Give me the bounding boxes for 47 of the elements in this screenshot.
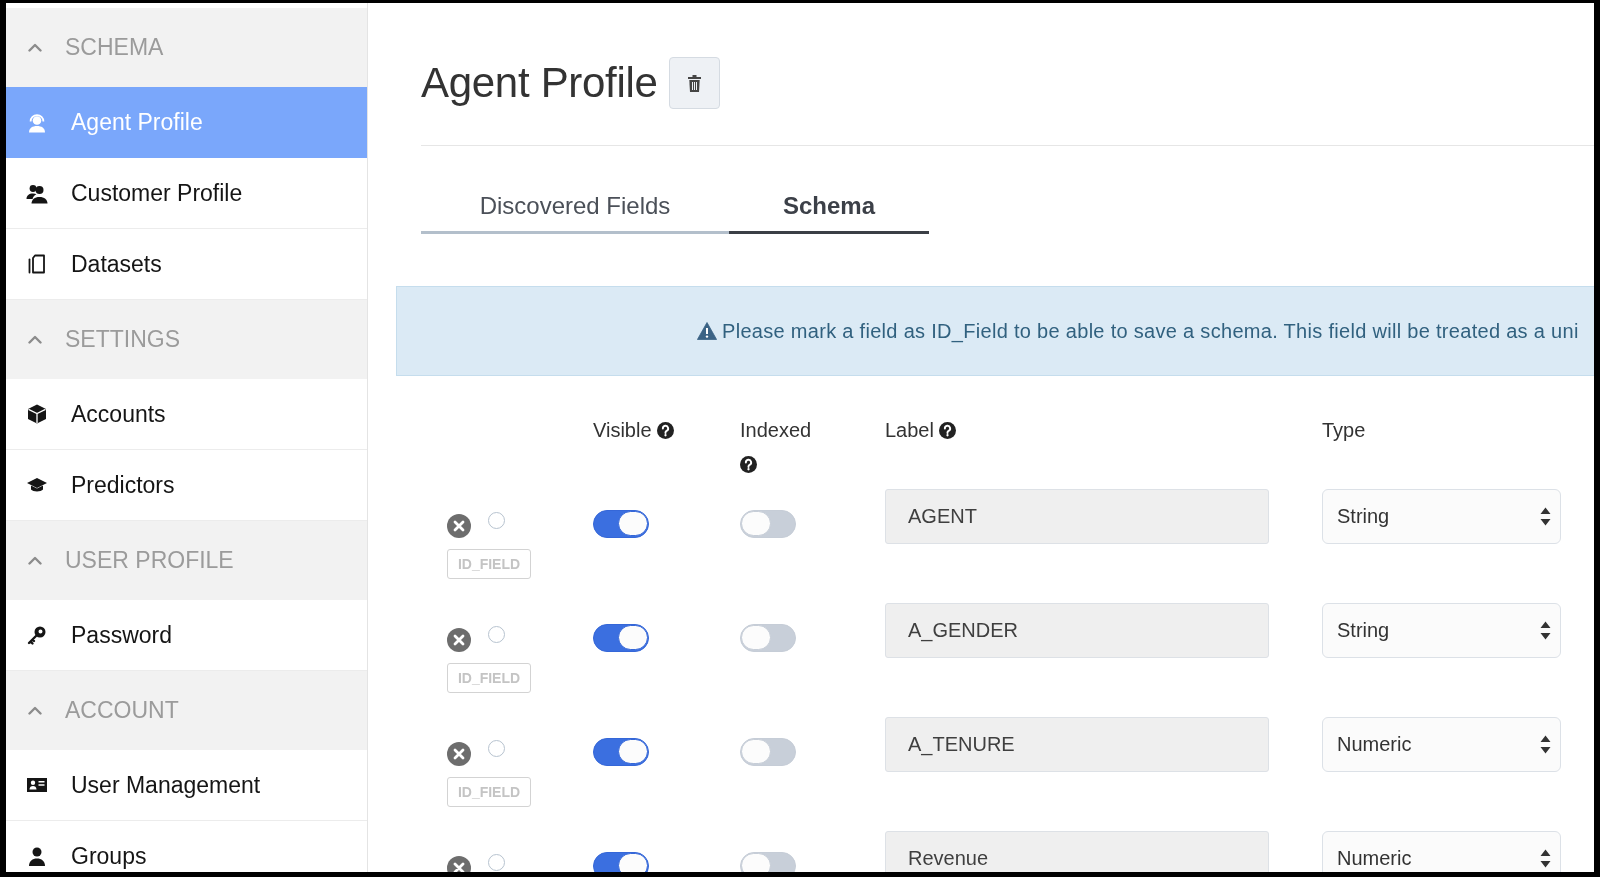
column-header: Indexed [740,419,812,441]
type-select[interactable]: Numeric [1322,831,1561,872]
column-header: Visible [593,419,652,441]
label-field[interactable]: Revenue [885,831,1269,872]
remove-icon[interactable] [447,742,471,766]
visible-toggle[interactable] [593,624,649,652]
documents-icon [26,253,48,275]
visible-toggle[interactable] [593,510,649,538]
remove-icon[interactable] [447,628,471,652]
column-header: Type [1322,419,1366,441]
help-icon[interactable] [656,422,674,439]
indexed-toggle[interactable] [740,738,796,766]
remove-icon[interactable] [447,514,471,538]
indexed-toggle[interactable] [740,510,796,538]
visible-toggle[interactable] [593,738,649,766]
users-icon [26,182,48,204]
up-down-arrows-icon [1540,849,1551,868]
up-down-arrows-icon [1540,735,1551,754]
label-field[interactable]: A_TENURE [885,717,1269,772]
type-select[interactable]: Numeric [1322,717,1561,772]
delete-button[interactable] [668,57,720,109]
type-select[interactable]: String [1322,489,1561,544]
column-header: Label [885,419,934,441]
up-down-arrows-icon [1540,507,1551,526]
tab[interactable]: Discovered Fields [421,181,729,234]
tab[interactable]: Schema [729,181,929,234]
indexed-toggle[interactable] [740,852,796,872]
warning-icon [697,322,717,340]
radio-button[interactable] [488,512,505,529]
indexed-toggle[interactable] [740,624,796,652]
page-title: Agent Profile [421,58,658,108]
key-icon [26,624,48,646]
help-icon[interactable] [740,456,757,473]
headset-person-icon [26,111,48,133]
up-down-arrows-icon [1540,621,1551,640]
alert-text: Please mark a field as ID_Field to be able to save a schema. This field will be treated as a uni [722,319,1579,343]
person-icon [26,845,48,867]
visible-toggle[interactable] [593,852,649,872]
cube-icon [26,403,48,425]
radio-button[interactable] [488,854,505,871]
help-icon[interactable] [938,422,956,439]
label-field[interactable]: A_GENDER [885,603,1269,658]
label-field[interactable]: AGENT [885,489,1269,544]
type-select[interactable]: String [1322,603,1561,658]
radio-button[interactable] [488,740,505,757]
radio-button[interactable] [488,626,505,643]
trash-icon [687,74,701,92]
